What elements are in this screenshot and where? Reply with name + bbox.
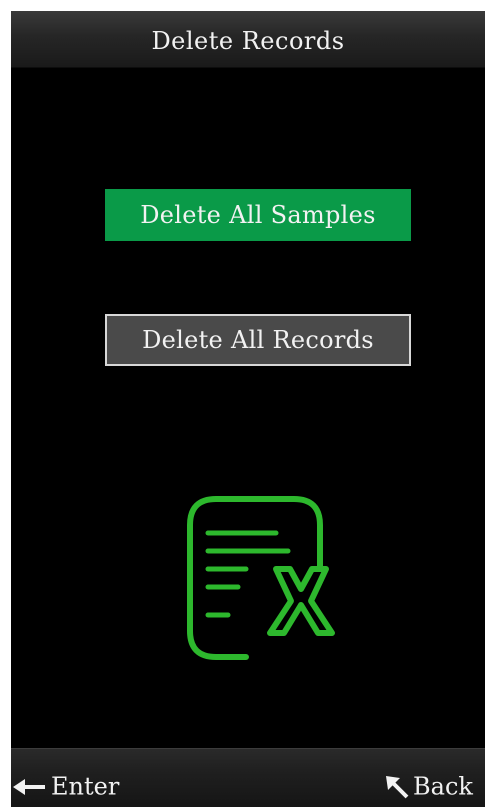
enter-arrow-icon (13, 778, 45, 795)
page-title: Delete Records (151, 27, 345, 55)
enter-label: Enter (51, 772, 120, 801)
delete-all-records-button[interactable]: Delete All Records (105, 314, 411, 366)
back-label: Back (413, 772, 473, 801)
footer-bar: Enter Back (11, 748, 485, 807)
enter-softkey[interactable]: Enter (13, 769, 119, 801)
delete-all-samples-label: Delete All Samples (140, 201, 376, 229)
back-arrow-icon (386, 775, 409, 798)
delete-all-samples-button[interactable]: Delete All Samples (105, 189, 411, 241)
delete-all-records-label: Delete All Records (142, 326, 374, 354)
device-frame: Delete Records Delete All Samples Delete… (0, 0, 485, 807)
title-bar: Delete Records (11, 11, 485, 68)
device-screen: Delete Records Delete All Samples Delete… (11, 11, 485, 807)
back-softkey[interactable]: Back (385, 769, 473, 801)
delete-document-icon (187, 496, 335, 660)
